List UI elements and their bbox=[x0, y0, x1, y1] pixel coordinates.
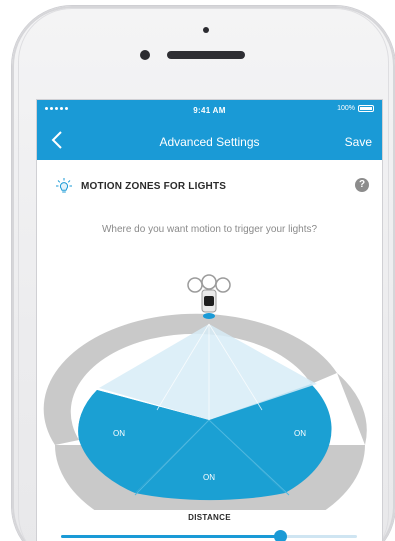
status-bar: 9:41 AM 100% bbox=[37, 100, 382, 122]
battery-percentage: 100% bbox=[337, 105, 355, 112]
light-bulb-icon bbox=[56, 178, 72, 193]
distance-slider-fill bbox=[61, 535, 281, 538]
navigation-bar: Advanced Settings Save bbox=[37, 122, 382, 160]
motion-trigger-question: Where do you want motion to trigger your… bbox=[101, 224, 318, 235]
phone-screen: 9:41 AM 100% Advanced Settings Save MOTI… bbox=[37, 100, 382, 541]
status-time: 9:41 AM bbox=[193, 106, 226, 115]
zone-left-label: ON bbox=[113, 429, 125, 438]
distance-slider-thumb[interactable] bbox=[274, 530, 288, 541]
zone-right-label: ON bbox=[294, 429, 306, 438]
zone-bottom-label: ON bbox=[203, 473, 215, 482]
app-screenshot: 9:41 AM 100% Advanced Settings Save MOTI… bbox=[0, 0, 395, 541]
earpiece-speaker bbox=[167, 51, 245, 59]
distance-slider[interactable] bbox=[61, 530, 357, 541]
front-camera bbox=[203, 27, 209, 33]
motion-zones-header: MOTION ZONES FOR LIGHTS ? bbox=[55, 177, 375, 197]
distance-label: DISTANCE bbox=[188, 513, 231, 522]
page-title: Advanced Settings bbox=[159, 135, 260, 149]
battery-icon bbox=[358, 105, 374, 112]
motion-zone-diagram: ON ON ON bbox=[43, 274, 367, 510]
section-title: MOTION ZONES FOR LIGHTS bbox=[81, 181, 227, 192]
battery-indicator: 100% bbox=[337, 105, 374, 112]
floodlight-camera-icon bbox=[187, 274, 231, 319]
save-button[interactable]: Save bbox=[345, 135, 372, 149]
question-mark-icon[interactable]: ? bbox=[355, 178, 369, 192]
proximity-sensor bbox=[140, 50, 150, 60]
